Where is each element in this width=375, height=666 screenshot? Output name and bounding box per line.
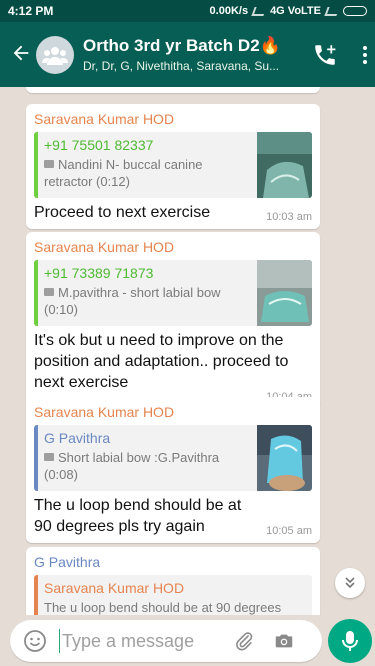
quoted-text: Short labial bow :G.Pavithra (0:08) xyxy=(44,450,220,482)
compose-bar: Type a message xyxy=(0,615,375,666)
message-sender: Saravana Kumar HOD xyxy=(34,404,175,420)
status-icons: 0.00K/s 4G VoLTE xyxy=(210,5,367,17)
chat-title: Ortho 3rd yr Batch D2🔥 xyxy=(83,36,281,55)
message-sender: Saravana Kumar HOD xyxy=(34,239,175,255)
message-bubble[interactable]: G Pavithra Saravana Kumar HOD The u loop… xyxy=(26,547,320,615)
network-speed: 0.00K/s xyxy=(209,5,249,17)
emoji-icon[interactable] xyxy=(23,629,47,653)
message-input[interactable]: Type a message xyxy=(59,629,219,653)
quoted-message[interactable]: Saravana Kumar HOD The u loop bend shoul… xyxy=(34,575,312,615)
quoted-message[interactable]: G Pavithra Short labial bow :G.Pavithra … xyxy=(34,425,312,491)
quoted-sender: Saravana Kumar HOD xyxy=(44,580,185,596)
scroll-to-bottom-button[interactable] xyxy=(335,568,365,598)
chat-header: Ortho 3rd yr Batch D2🔥 Dr, Dr, G, Niveth… xyxy=(0,22,375,87)
message-bubble[interactable]: Saravana Kumar HOD +91 73389 71873 M.pav… xyxy=(26,232,320,409)
message-time: 10:05 am xyxy=(266,525,312,537)
chat-participants: Dr, Dr, G, Nivethitha, Saravana, Su... xyxy=(83,59,280,73)
double-chevron-down-icon xyxy=(345,577,355,589)
message-bubble[interactable]: Saravana Kumar HOD G Pavithra Short labi… xyxy=(26,397,320,543)
quoted-sender: +91 75501 82337 xyxy=(44,137,154,153)
quoted-sender: +91 73389 71873 xyxy=(44,265,154,281)
message-sender: G Pavithra xyxy=(34,554,101,570)
message-text: It's ok but u need to improve on the pos… xyxy=(34,332,289,391)
video-thumbnail xyxy=(257,425,312,491)
message-bubble-partial xyxy=(26,87,320,93)
more-options-icon[interactable] xyxy=(362,45,368,64)
back-arrow-icon[interactable] xyxy=(10,42,34,68)
chat-title-area[interactable]: Ortho 3rd yr Batch D2🔥 Dr, Dr, G, Niveth… xyxy=(83,36,293,73)
battery-icon xyxy=(343,6,367,16)
signal-icon xyxy=(251,6,267,16)
message-time: 10:03 am xyxy=(266,211,312,223)
message-input-box[interactable]: Type a message xyxy=(10,620,322,662)
status-time: 4:12 PM xyxy=(8,4,54,18)
message-bubble[interactable]: Saravana Kumar HOD +91 75501 82337 Nandi… xyxy=(26,104,320,229)
video-icon xyxy=(44,160,54,168)
quoted-sender: G Pavithra xyxy=(44,430,111,446)
quoted-message[interactable]: +91 75501 82337 Nandini N- buccal canine… xyxy=(34,132,312,198)
quoted-message[interactable]: +91 73389 71873 M.pavithra - short labia… xyxy=(34,260,312,326)
quoted-text: M.pavithra - short labial bow (0:10) xyxy=(44,285,221,317)
video-icon xyxy=(44,453,54,461)
camera-icon[interactable] xyxy=(273,630,295,652)
quoted-text: The u loop bend should be at 90 degrees xyxy=(44,600,282,615)
message-text: Proceed to next exercise xyxy=(34,204,211,221)
add-call-icon[interactable] xyxy=(312,42,338,68)
mic-icon xyxy=(342,631,358,651)
message-sender: Saravana Kumar HOD xyxy=(34,111,175,127)
signal-icon-2 xyxy=(324,6,340,16)
status-bar: 4:12 PM 0.00K/s 4G VoLTE xyxy=(0,0,375,22)
message-list[interactable]: Saravana Kumar HOD +91 75501 82337 Nandi… xyxy=(0,87,375,615)
quoted-text: Nandini N- buccal canine retractor (0:12… xyxy=(44,157,203,189)
network-type: 4G VoLTE xyxy=(270,5,321,17)
group-avatar[interactable] xyxy=(36,35,74,74)
group-icon xyxy=(42,46,68,65)
message-text: The u loop bend should be at 90 degrees … xyxy=(34,497,242,535)
video-thumbnail xyxy=(257,260,312,326)
video-icon xyxy=(44,288,54,296)
video-thumbnail xyxy=(257,132,312,198)
mic-button[interactable] xyxy=(328,619,372,663)
attach-icon[interactable] xyxy=(233,630,255,652)
